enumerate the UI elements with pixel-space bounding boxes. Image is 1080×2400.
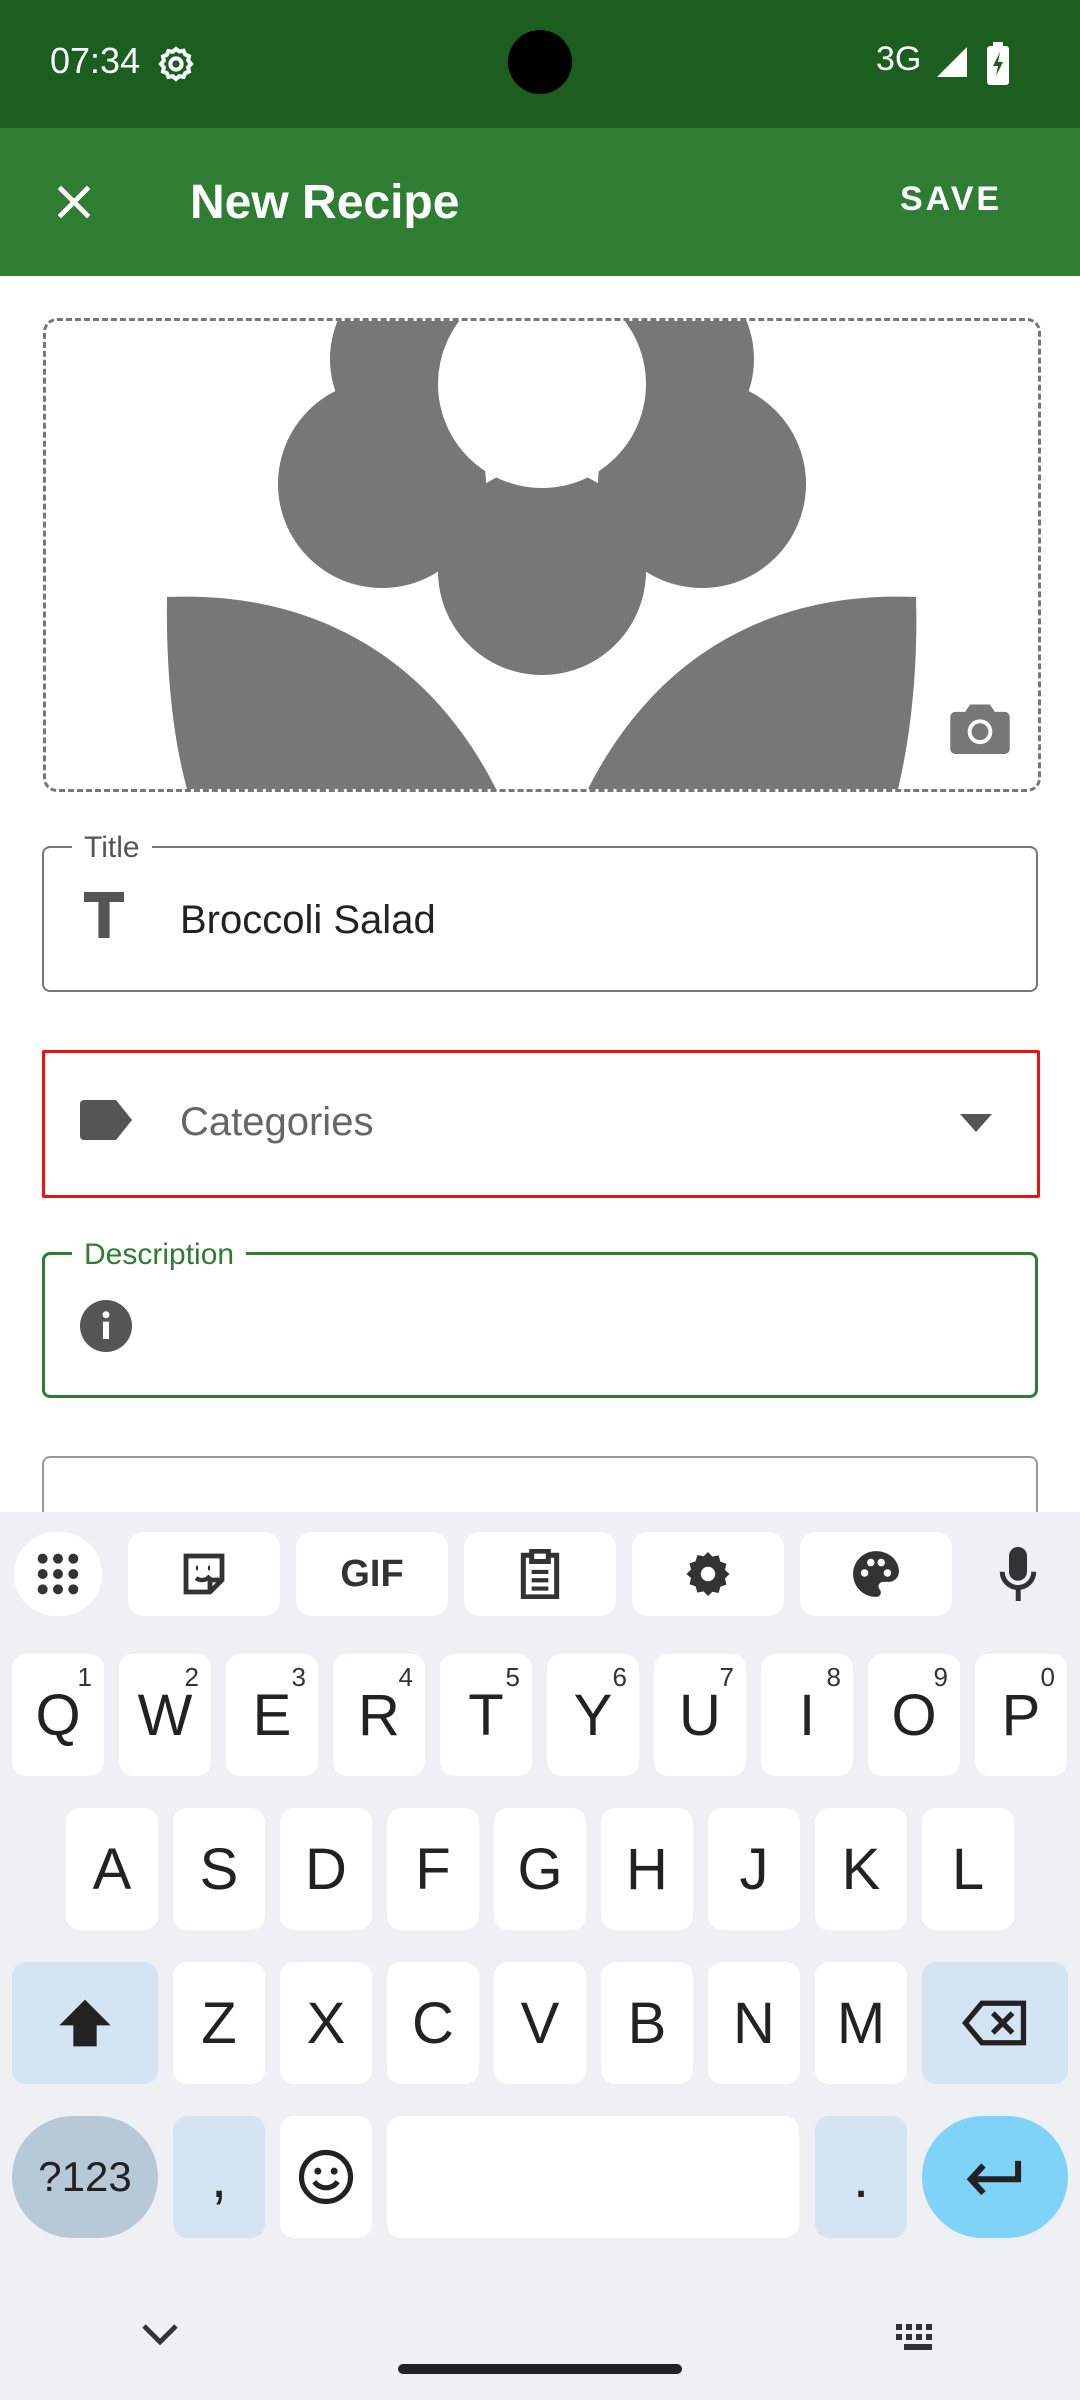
clipboard-icon bbox=[520, 1549, 560, 1599]
key-z[interactable]: Z bbox=[173, 1962, 265, 2084]
space-key[interactable] bbox=[387, 2116, 799, 2238]
shift-icon bbox=[59, 1999, 111, 2047]
dropdown-arrow-icon[interactable] bbox=[960, 1114, 992, 1137]
page-title: New Recipe bbox=[190, 176, 460, 229]
emoji-icon bbox=[298, 2149, 354, 2205]
hide-keyboard-button[interactable] bbox=[140, 2322, 180, 2351]
mic-icon bbox=[999, 1547, 1037, 1601]
key-q[interactable]: Q1 bbox=[12, 1654, 104, 1776]
key-m[interactable]: M bbox=[815, 1962, 907, 2084]
key-c[interactable]: C bbox=[387, 1962, 479, 2084]
description-field-label: Description bbox=[72, 1238, 247, 1272]
key-p[interactable]: P0 bbox=[975, 1654, 1067, 1776]
palette-icon bbox=[853, 1551, 899, 1597]
title-field-label: Title bbox=[72, 831, 152, 865]
settings-icon bbox=[686, 1552, 730, 1596]
close-button[interactable] bbox=[40, 168, 108, 236]
backspace-icon bbox=[962, 2000, 1027, 2046]
description-field[interactable] bbox=[42, 1252, 1038, 1398]
signal-icon bbox=[934, 44, 970, 85]
key-g[interactable]: G bbox=[494, 1808, 586, 1930]
status-time: 07:34 bbox=[50, 40, 141, 81]
enter-icon bbox=[966, 2160, 1022, 2196]
save-button[interactable]: SAVE bbox=[900, 180, 1002, 219]
title-input[interactable]: Broccoli Salad bbox=[180, 898, 436, 943]
key-k[interactable]: K bbox=[815, 1808, 907, 1930]
key-i[interactable]: I8 bbox=[761, 1654, 853, 1776]
comma-key[interactable]: , bbox=[173, 2116, 265, 2238]
emoji-key[interactable] bbox=[280, 2116, 372, 2238]
key-h[interactable]: H bbox=[601, 1808, 693, 1930]
keyboard-switcher-button[interactable] bbox=[896, 2324, 940, 2355]
key-f[interactable]: F bbox=[387, 1808, 479, 1930]
label-tag-icon bbox=[80, 1100, 132, 1145]
key-l[interactable]: L bbox=[922, 1808, 1014, 1930]
settings-status-icon bbox=[156, 44, 196, 84]
sticker-button[interactable] bbox=[128, 1532, 280, 1616]
shift-key[interactable] bbox=[12, 1962, 158, 2084]
voice-input-button[interactable] bbox=[978, 1532, 1058, 1616]
network-type: 3G bbox=[876, 40, 922, 78]
key-o[interactable]: O9 bbox=[868, 1654, 960, 1776]
recipe-image-picker[interactable] bbox=[43, 318, 1041, 792]
key-x[interactable]: X bbox=[280, 1962, 372, 2084]
key-d[interactable]: D bbox=[280, 1808, 372, 1930]
key-y[interactable]: Y6 bbox=[547, 1654, 639, 1776]
categories-placeholder: Categories bbox=[180, 1100, 374, 1144]
key-w[interactable]: W2 bbox=[119, 1654, 211, 1776]
key-j[interactable]: J bbox=[708, 1808, 800, 1930]
gesture-nav-handle[interactable] bbox=[398, 2364, 682, 2374]
sticker-icon bbox=[183, 1553, 225, 1595]
battery-charging-icon bbox=[986, 42, 1010, 91]
enter-key[interactable] bbox=[922, 2116, 1068, 2238]
keyboard-icon bbox=[896, 2324, 932, 2350]
gif-button[interactable]: GIF bbox=[296, 1532, 448, 1616]
text-title-icon bbox=[82, 890, 126, 945]
chevron-down-icon bbox=[142, 2324, 178, 2346]
camera-cutout bbox=[508, 30, 572, 94]
key-r[interactable]: R4 bbox=[333, 1654, 425, 1776]
apps-grid-button[interactable] bbox=[14, 1532, 102, 1616]
key-v[interactable]: V bbox=[494, 1962, 586, 2084]
clipboard-button[interactable] bbox=[464, 1532, 616, 1616]
key-b[interactable]: B bbox=[601, 1962, 693, 2084]
theme-button[interactable] bbox=[800, 1532, 952, 1616]
key-a[interactable]: A bbox=[66, 1808, 158, 1930]
camera-icon[interactable] bbox=[950, 702, 1010, 759]
key-e[interactable]: E3 bbox=[226, 1654, 318, 1776]
symbols-key[interactable]: ?123 bbox=[12, 2116, 158, 2238]
info-icon bbox=[80, 1300, 132, 1357]
flower-placeholder-icon bbox=[166, 321, 917, 789]
close-icon bbox=[57, 185, 91, 219]
settings-button[interactable] bbox=[632, 1532, 784, 1616]
key-s[interactable]: S bbox=[173, 1808, 265, 1930]
key-t[interactable]: T5 bbox=[440, 1654, 532, 1776]
keyboard bbox=[0, 1512, 1080, 2400]
key-n[interactable]: N bbox=[708, 1962, 800, 2084]
key-u[interactable]: U7 bbox=[654, 1654, 746, 1776]
backspace-key[interactable] bbox=[922, 1962, 1068, 2084]
apps-grid-icon bbox=[37, 1553, 79, 1595]
period-key[interactable]: . bbox=[815, 2116, 907, 2238]
